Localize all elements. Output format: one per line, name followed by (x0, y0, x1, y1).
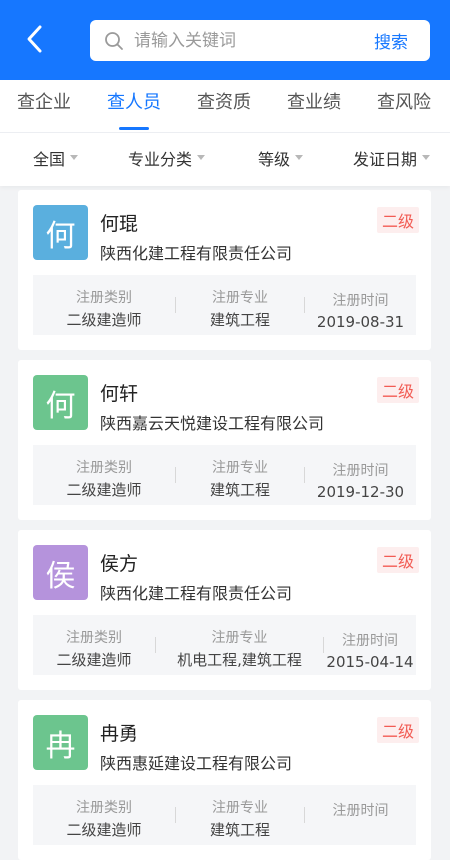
info-value: 2019-12-30 (316, 483, 405, 501)
level-badge: 二级 (376, 717, 419, 743)
info-label: 注册类别 (76, 800, 132, 816)
search-bar: 搜索 (90, 20, 430, 61)
person-card[interactable]: 侯 侯方 陕西化建工程有限责任公司 二级 注册类别 二级建造师 注册专业 机电工… (18, 530, 431, 690)
person-name: 冉勇 (100, 723, 139, 745)
company-name: 陕西化建工程有限责任公司 (100, 584, 293, 603)
back-button[interactable] (18, 22, 52, 56)
active-tab-indicator (119, 127, 149, 130)
info-value: 二级建造师 (66, 821, 142, 839)
company-name: 陕西化建工程有限责任公司 (100, 244, 293, 263)
person-card[interactable]: 何 何轩 陕西嘉云天悦建设工程有限公司 二级 注册类别 二级建造师 注册专业 建… (18, 360, 431, 520)
avatar: 何 (33, 205, 88, 260)
info-date: 注册时间 2019-12-30 (305, 445, 416, 505)
tab-personnel[interactable]: 查人员 (107, 80, 161, 132)
tab-label: 查风险 (377, 92, 431, 113)
filter-major[interactable]: 专业分类 (128, 133, 206, 186)
caret-down-icon (197, 155, 206, 160)
info-value: 二级建造师 (66, 311, 142, 329)
search-button[interactable]: 搜索 (374, 28, 408, 53)
search-icon (104, 30, 126, 52)
person-name: 侯方 (100, 553, 139, 575)
info-category: 注册类别 二级建造师 (33, 615, 155, 675)
filter-bar: 全国 专业分类 等级 发证日期 (0, 133, 450, 186)
info-label: 注册时间 (332, 463, 389, 479)
info-category: 注册类别 二级建造师 (33, 445, 175, 505)
info-label: 注册类别 (66, 630, 122, 646)
info-category: 注册类别 二级建造师 (33, 785, 175, 845)
info-value: 建筑工程 (209, 821, 270, 839)
info-label: 注册类别 (76, 290, 132, 306)
filter-label: 专业分类 (128, 150, 193, 169)
company-name: 陕西嘉云天悦建设工程有限公司 (100, 414, 325, 433)
category-tabs: 查企业 查人员 查资质 查业绩 查风险 (0, 80, 450, 133)
filter-label: 等级 (258, 150, 291, 169)
filter-issue-date[interactable]: 发证日期 (353, 133, 431, 186)
info-label: 注册专业 (212, 800, 268, 816)
tab-risk[interactable]: 查风险 (377, 80, 431, 132)
info-value: 建筑工程 (209, 481, 270, 499)
avatar: 何 (33, 375, 88, 430)
info-date: 注册时间 2015-04-14 (324, 615, 416, 675)
filter-level[interactable]: 等级 (258, 133, 304, 186)
info-label: 注册类别 (76, 460, 132, 476)
info-label: 注册专业 (211, 630, 268, 646)
avatar: 侯 (33, 545, 88, 600)
registration-info: 注册类别 二级建造师 注册专业 建筑工程 注册时间 (33, 785, 416, 845)
chevron-left-icon (27, 25, 42, 53)
level-badge: 二级 (376, 207, 419, 233)
info-label: 注册时间 (332, 293, 389, 309)
info-major: 注册专业 建筑工程 (176, 275, 304, 335)
info-label: 注册时间 (332, 803, 389, 819)
person-name: 何轩 (100, 383, 139, 405)
info-date: 注册时间 2019-08-31 (305, 275, 416, 335)
filter-label: 全国 (33, 150, 66, 169)
level-badge: 二级 (376, 547, 419, 573)
app-header: 搜索 (0, 0, 450, 80)
person-card[interactable]: 冉 冉勇 陕西惠延建设工程有限公司 二级 注册类别 二级建造师 注册专业 建筑工… (18, 700, 431, 860)
info-major: 注册专业 机电工程,建筑工程 (156, 615, 323, 675)
registration-info: 注册类别 二级建造师 注册专业 建筑工程 注册时间 2019-08-31 (33, 275, 416, 335)
registration-info: 注册类别 二级建造师 注册专业 建筑工程 注册时间 2019-12-30 (33, 445, 416, 505)
info-value: 2015-04-14 (326, 653, 414, 671)
search-input[interactable] (134, 30, 374, 51)
tab-label: 查企业 (17, 92, 71, 113)
tab-company[interactable]: 查企业 (17, 80, 71, 132)
caret-down-icon (295, 155, 304, 160)
tab-performance[interactable]: 查业绩 (287, 80, 341, 132)
company-name: 陕西惠延建设工程有限公司 (100, 754, 293, 773)
info-value: 二级建造师 (66, 481, 142, 499)
person-card[interactable]: 何 何琨 陕西化建工程有限责任公司 二级 注册类别 二级建造师 注册专业 建筑工… (18, 190, 431, 350)
info-date: 注册时间 (305, 785, 416, 845)
person-name: 何琨 (100, 213, 139, 235)
info-value: 机电工程,建筑工程 (177, 651, 302, 669)
info-category: 注册类别 二级建造师 (33, 275, 175, 335)
info-value: 二级建造师 (56, 651, 132, 669)
info-label: 注册时间 (342, 633, 398, 649)
info-major: 注册专业 建筑工程 (176, 445, 304, 505)
tab-label: 查业绩 (287, 92, 341, 113)
info-label: 注册专业 (212, 290, 268, 306)
registration-info: 注册类别 二级建造师 注册专业 机电工程,建筑工程 注册时间 2015-04-1… (33, 615, 416, 675)
info-value: 2019-08-31 (316, 313, 405, 331)
tab-label: 查资质 (197, 92, 251, 113)
info-value: 建筑工程 (209, 311, 270, 329)
level-badge: 二级 (376, 377, 419, 403)
tab-label: 查人员 (107, 92, 161, 113)
filter-label: 发证日期 (353, 150, 418, 169)
caret-down-icon (70, 155, 79, 160)
tab-qualification[interactable]: 查资质 (197, 80, 251, 132)
info-label: 注册专业 (212, 460, 268, 476)
avatar: 冉 (33, 715, 88, 770)
filter-region[interactable]: 全国 (33, 133, 79, 186)
caret-down-icon (422, 155, 431, 160)
info-major: 注册专业 建筑工程 (176, 785, 304, 845)
